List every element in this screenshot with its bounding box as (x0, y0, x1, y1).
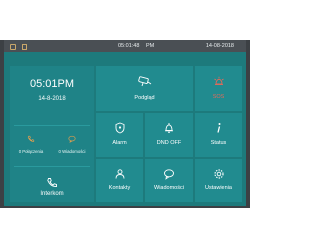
interkom-button[interactable]: Interkom (10, 172, 94, 202)
tile-kontakty[interactable]: Kontakty (96, 159, 143, 202)
divider (14, 166, 90, 167)
unread-messages[interactable]: 0 Wiadomości (52, 135, 92, 154)
clock: 05:01PM (29, 78, 75, 90)
contacts-icon (115, 169, 124, 179)
tile-ustawienia-label: Ustawienia (205, 185, 232, 191)
status-date: 14-08-2018 (205, 43, 234, 49)
gear-icon (213, 169, 224, 179)
camera-icon (137, 76, 151, 87)
unread-messages-label: 0 Wiadomości (58, 149, 86, 154)
status-time: 05:01:48 (118, 43, 140, 49)
interkom-label: Interkom (40, 191, 64, 197)
tile-kontakty-label: Kontakty (108, 185, 131, 191)
sd-card-icon (21, 44, 27, 50)
tile-dnd[interactable]: DND OFF (145, 113, 193, 157)
tile-alarm-label: Alarm (112, 140, 127, 146)
status-ampm: PM (146, 43, 155, 49)
tile-status[interactable]: Status (195, 113, 242, 157)
tile-ustawienia[interactable]: Ustawienia (195, 159, 242, 202)
bell-icon (165, 123, 173, 134)
info-icon (216, 123, 220, 133)
intercom-device: 05:01:48 PM 14-08-2018 05:01PM 14-8-2018… (0, 40, 250, 208)
tile-sos[interactable]: SOS (195, 66, 242, 111)
menu-grid: Podgląd SOS Alarm DND OFF Status Kontakt… (96, 66, 242, 202)
sos-bell-icon (213, 76, 224, 85)
tile-podglad[interactable]: Podgląd (96, 66, 193, 111)
tile-dnd-label: DND OFF (156, 140, 182, 146)
clock-date: 14-8-2018 (38, 96, 66, 102)
tile-status-label: Status (210, 140, 227, 146)
tile-wiadomosci-label: Wiadomości (154, 185, 184, 191)
phone-icon (47, 178, 57, 188)
missed-calls-label: 0 Połączenia (18, 149, 44, 154)
message-icon (164, 169, 174, 180)
message-icon (68, 135, 76, 143)
missed-calls[interactable]: 0 Połączenia (11, 135, 51, 154)
tile-wiadomosci[interactable]: Wiadomości (145, 159, 193, 202)
tile-podglad-label: Podgląd (134, 95, 155, 101)
home-icon (10, 43, 16, 50)
phone-icon (27, 135, 35, 142)
tile-alarm[interactable]: Alarm (96, 113, 143, 157)
shield-icon (115, 122, 124, 134)
status-bar: 05:01:48 PM 14-08-2018 (4, 40, 246, 52)
divider (14, 125, 90, 126)
tile-sos-label: SOS (212, 94, 225, 100)
home-screen: 05:01PM 14-8-2018 0 Połączenia 0 Wiadomo… (4, 52, 246, 206)
info-panel: 05:01PM 14-8-2018 0 Połączenia 0 Wiadomo… (10, 66, 94, 202)
